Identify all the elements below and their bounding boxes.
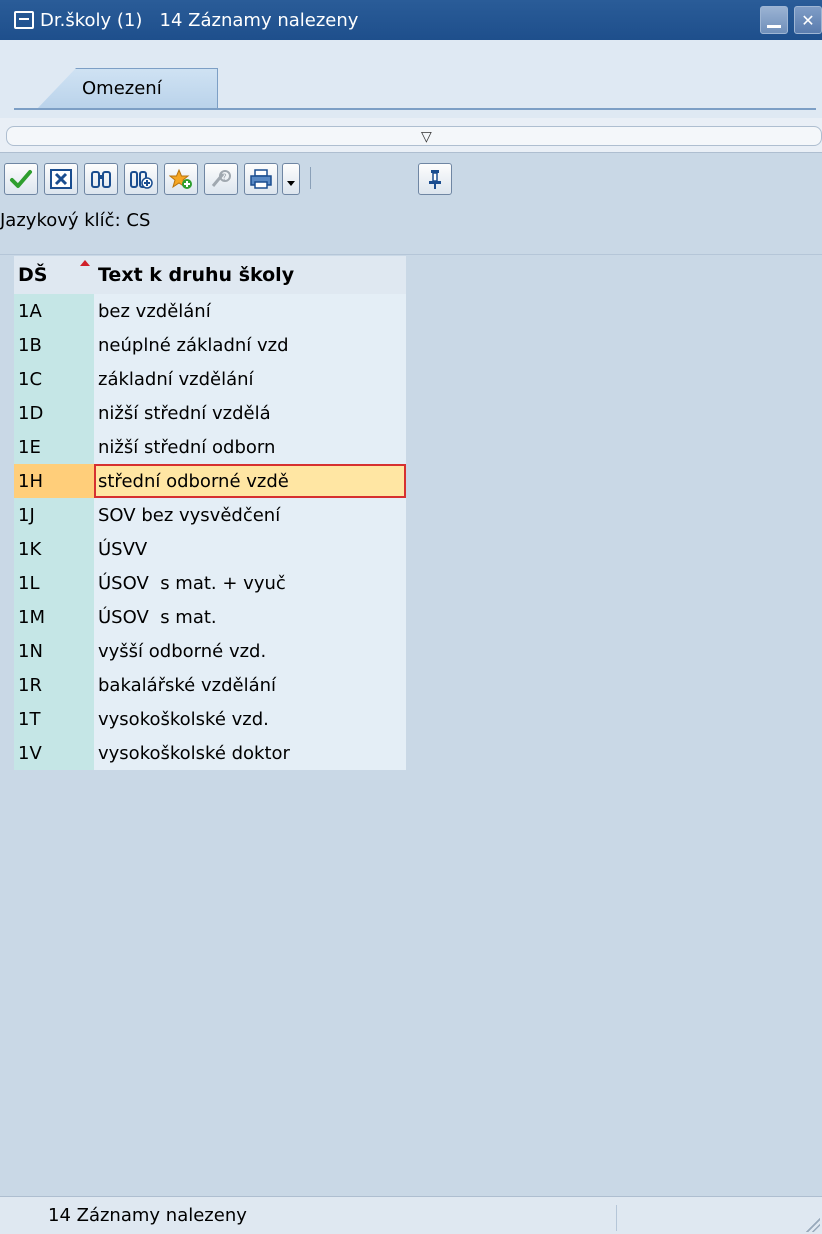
text-cell[interactable]: bez vzdělání — [94, 294, 406, 328]
text-cell[interactable]: nižší střední vzdělá — [94, 396, 406, 430]
resize-grip-icon[interactable] — [806, 1218, 820, 1232]
printer-icon — [250, 169, 272, 189]
restriction-collapse-bar: ▽ — [0, 118, 822, 152]
table-row[interactable]: 1E nižší střední odborn — [14, 430, 406, 464]
table-body: 1A bez vzdělání 1B neúplné základní vzd 1C… — [14, 294, 406, 770]
cancel-icon — [50, 169, 72, 189]
code-cell[interactable]: 1D — [14, 396, 94, 430]
table-row[interactable]: 1D nižší střední vzdělá — [14, 396, 406, 430]
text-cell[interactable]: střední odborné vzdě — [94, 464, 406, 498]
window-menu-icon[interactable] — [14, 11, 34, 29]
code-cell[interactable]: 1V — [14, 736, 94, 770]
pin-icon — [429, 170, 441, 189]
code-cell[interactable]: 1K — [14, 532, 94, 566]
text-cell[interactable]: neúplné základní vzd — [94, 328, 406, 362]
status-bar: 14 Záznamy nalezeny — [0, 1196, 822, 1234]
code-cell[interactable]: 1N — [14, 634, 94, 668]
toolbar-separator — [310, 167, 311, 189]
code-cell[interactable]: 1J — [14, 498, 94, 532]
table-row[interactable]: 1J SOV bez vysvědčení — [14, 498, 406, 532]
code-cell[interactable]: 1R — [14, 668, 94, 702]
header-divider — [0, 254, 822, 255]
text-cell[interactable]: základní vzdělání — [94, 362, 406, 396]
text-cell[interactable]: ÚSVV — [94, 532, 406, 566]
text-cell[interactable]: nižší střední odborn — [94, 430, 406, 464]
print-button[interactable] — [244, 163, 278, 195]
code-cell[interactable]: 1E — [14, 430, 94, 464]
table-row[interactable]: 1R bakalářské vzdělání — [14, 668, 406, 702]
column-header-ds-label: DŠ — [18, 264, 48, 286]
add-favorite-button[interactable] — [164, 163, 198, 195]
text-cell[interactable]: vysokoškolské vzd. — [94, 702, 406, 736]
text-cell[interactable]: ÚSOV s mat. + vyuč — [94, 566, 406, 600]
expand-restrictions-toggle[interactable]: ▽ — [6, 126, 822, 146]
table-row-selected[interactable]: 1H střední odborné vzdě — [14, 464, 406, 498]
minimize-button[interactable] — [760, 6, 788, 34]
find-next-button[interactable] — [124, 163, 158, 195]
expand-triangle-icon[interactable]: ▽ — [421, 129, 432, 145]
help-icon: ? — [211, 170, 231, 187]
continue-button[interactable] — [4, 163, 38, 195]
tab-label-omezeni[interactable]: Omezení — [82, 78, 162, 99]
text-cell[interactable]: bakalářské vzdělání — [94, 668, 406, 702]
table-row[interactable]: 1T vysokoškolské vzd. — [14, 702, 406, 736]
title-bar: Dr.školy (1) 14 Záznamy nalezeny ✕ — [0, 0, 822, 40]
tab-divider — [14, 108, 816, 110]
toolbar: ? — [0, 152, 822, 202]
find-button[interactable] — [84, 163, 118, 195]
pin-button[interactable] — [418, 163, 452, 195]
window-title: Dr.školy (1) 14 Záznamy nalezeny — [40, 9, 359, 31]
sort-ascending-icon — [80, 260, 90, 266]
table-row[interactable]: 1B neúplné základní vzd — [14, 328, 406, 362]
language-key-label: Jazykový klíč: CS — [0, 210, 151, 231]
table-row[interactable]: 1L ÚSOV s mat. + vyuč — [14, 566, 406, 600]
code-cell[interactable]: 1T — [14, 702, 94, 736]
code-cell[interactable]: 1C — [14, 362, 94, 396]
binoculars-icon — [91, 171, 111, 188]
code-cell[interactable]: 1L — [14, 566, 94, 600]
svg-text:?: ? — [222, 173, 227, 183]
print-options-dropdown[interactable] — [282, 163, 300, 195]
text-cell[interactable]: vysokoškolské doktor — [94, 736, 406, 770]
column-header-text[interactable]: Text k druhu školy — [94, 256, 406, 294]
tab-strip: Omezení — [0, 40, 822, 118]
code-cell[interactable]: 1A — [14, 294, 94, 328]
table-row[interactable]: 1N vyšší odborné vzd. — [14, 634, 406, 668]
results-table: DŠ Text k druhu školy 1A bez vzdělání 1B n… — [14, 256, 406, 770]
code-cell[interactable]: 1B — [14, 328, 94, 362]
help-button[interactable]: ? — [204, 163, 238, 195]
status-separator — [616, 1205, 617, 1231]
cancel-button[interactable] — [44, 163, 78, 195]
table-row[interactable]: 1M ÚSOV s mat. — [14, 600, 406, 634]
text-cell[interactable]: SOV bez vysvědčení — [94, 498, 406, 532]
table-row[interactable]: 1K ÚSVV — [14, 532, 406, 566]
table-row[interactable]: 1A bez vzdělání — [14, 294, 406, 328]
table-row[interactable]: 1C základní vzdělání — [14, 362, 406, 396]
table-header: DŠ Text k druhu školy — [14, 256, 406, 294]
checkmark-icon — [10, 170, 32, 188]
close-button[interactable]: ✕ — [794, 6, 822, 34]
code-cell[interactable]: 1H — [14, 464, 94, 498]
text-cell[interactable]: vyšší odborné vzd. — [94, 634, 406, 668]
binoculars-plus-icon — [130, 171, 153, 189]
column-header-ds[interactable]: DŠ — [14, 256, 94, 294]
table-row[interactable]: 1V vysokoškolské doktor — [14, 736, 406, 770]
text-cell[interactable]: ÚSOV s mat. — [94, 600, 406, 634]
status-message: 14 Záznamy nalezeny — [48, 1205, 247, 1226]
star-add-icon — [169, 168, 192, 189]
code-cell[interactable]: 1M — [14, 600, 94, 634]
